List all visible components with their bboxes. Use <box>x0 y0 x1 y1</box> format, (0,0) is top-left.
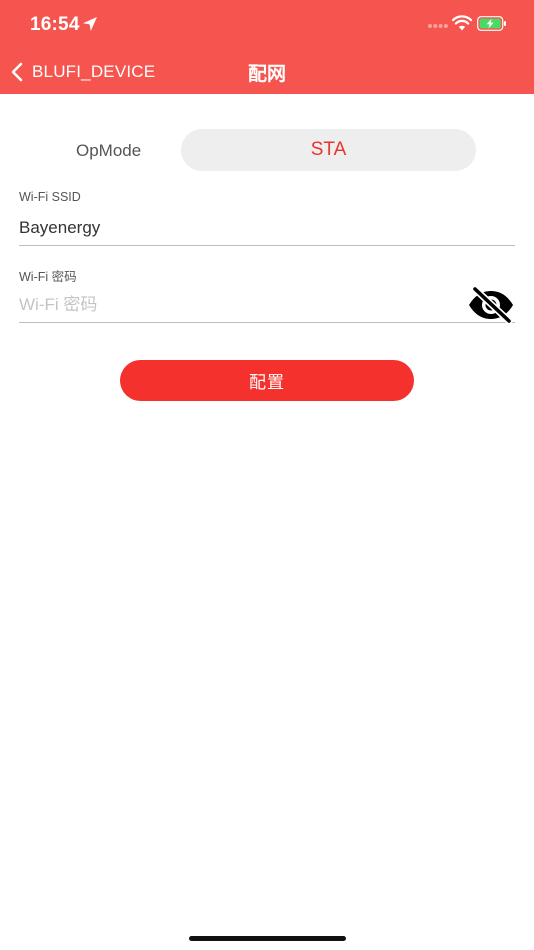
cellular-signal-icon <box>428 24 448 28</box>
password-label: Wi-Fi 密码 <box>19 270 77 284</box>
app-header: 16:54 BLUFI_DEVICE 配网 <box>0 0 534 94</box>
page-title: 配网 <box>247 64 286 85</box>
status-time: 16:54 <box>30 14 80 35</box>
ssid-input[interactable] <box>19 210 515 246</box>
eye-off-icon[interactable] <box>467 286 515 324</box>
password-input[interactable] <box>19 287 515 323</box>
status-bar: 16:54 <box>0 0 534 50</box>
battery-charging-icon <box>477 16 506 31</box>
opmode-select[interactable]: STA <box>181 129 476 171</box>
home-indicator <box>189 936 346 941</box>
location-arrow-icon <box>83 17 97 31</box>
navigation-bar: BLUFI_DEVICE 配网 <box>0 50 534 94</box>
ssid-label: Wi-Fi SSID <box>19 190 81 204</box>
wifi-icon <box>452 15 472 31</box>
opmode-label: OpMode <box>76 141 142 160</box>
configure-button[interactable]: 配置 <box>120 360 414 401</box>
opmode-selected-value: STA <box>310 139 347 160</box>
